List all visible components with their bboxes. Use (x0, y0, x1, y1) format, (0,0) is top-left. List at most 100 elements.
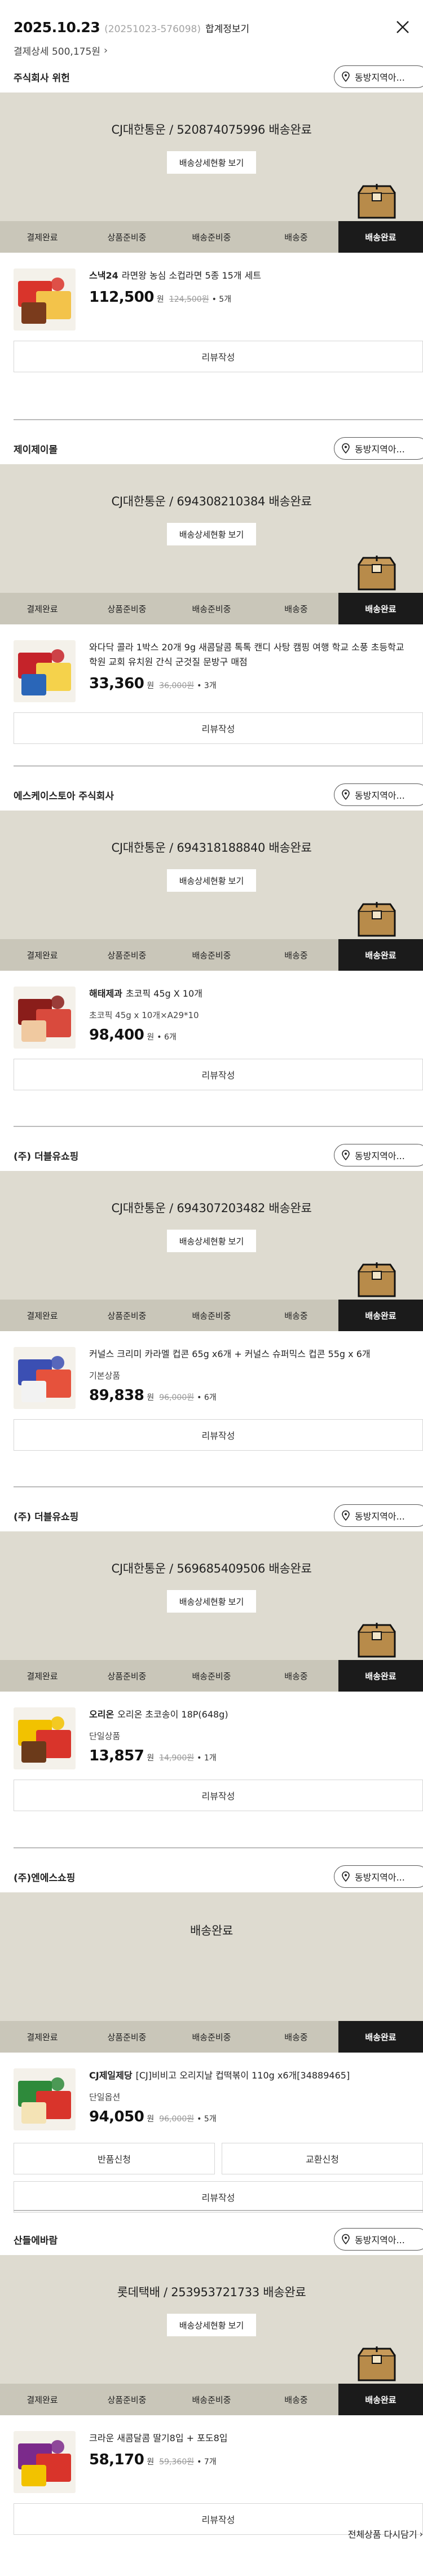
product-quantity: • 6개 (197, 1393, 217, 1402)
close-icon[interactable] (395, 19, 411, 35)
product-item[interactable]: 해태제과 초코픽 45g X 10개 초코픽 45g x 10개×A29*10 9… (0, 971, 423, 1059)
seller-row: (주) 더블유쇼핑 동방지역아... (0, 1500, 423, 1531)
step-preparing-shipping: 배송준비중 (192, 232, 231, 243)
seller-name: (주)엔에스쇼핑 (14, 1872, 76, 1884)
product-thumbnail[interactable] (14, 2068, 76, 2130)
write-review-button[interactable]: 리뷰작성 (14, 1780, 423, 1811)
product-list: 와다닥 콜라 1박스 20개 9g 새콤달콤 톡톡 캔디 사탕 캠핑 여행 학교… (0, 624, 423, 712)
step-preparing-product: 상품준비중 (107, 232, 147, 243)
step-preparing-product: 상품준비중 (107, 2394, 147, 2405)
neighbor-area-button[interactable]: 동방지역아... (334, 2228, 423, 2251)
product-name-line[interactable]: CJ제일제당 [CJ]비비고 오리지날 컵떡볶이 110g x6개[3488946… (89, 2068, 409, 2083)
step-delivered: 배송완료 (338, 593, 423, 624)
product-item[interactable]: 커널스 크리미 카라멜 컵콘 65g x6개 + 커널스 슈퍼믹스 컵콘 55g… (0, 1331, 423, 1419)
product-thumbnail[interactable] (14, 987, 76, 1049)
product-info: 커널스 크리미 카라멜 컵콘 65g x6개 + 커널스 슈퍼믹스 컵콘 55g… (89, 1347, 409, 1419)
seller-name: (주) 더블유쇼핑 (14, 1511, 79, 1523)
step-delivered: 배송완료 (338, 2384, 423, 2415)
neighbor-area-button[interactable]: 동방지역아... (334, 1504, 423, 1527)
product-brand: CJ제일제당 (89, 2070, 133, 2081)
product-name: 와다닥 콜라 1박스 20개 9g 새콤달콤 톡톡 캔디 사탕 캠핑 여행 학교… (89, 642, 404, 667)
product-info: 스낵24 라면왕 농심 소컵라면 5종 15개 세트 112,500 원 124,… (89, 268, 409, 341)
delivery-detail-button[interactable]: 배송상세현황 보기 (167, 869, 256, 892)
neighbor-area-button[interactable]: 동방지역아... (334, 437, 423, 460)
step-delivered: 배송완료 (338, 939, 423, 971)
product-thumbnail[interactable] (14, 268, 76, 331)
neighbor-area-button[interactable]: 동방지역아... (334, 65, 423, 88)
product-item[interactable]: 와다닥 콜라 1박스 20개 9g 새콤달콤 톡톡 캔디 사탕 캠핑 여행 학교… (0, 624, 423, 712)
exchange-request-button[interactable]: 교환신청 (222, 2143, 423, 2174)
product-item[interactable]: CJ제일제당 [CJ]비비고 오리지날 컵떡볶이 110g x6개[3488946… (0, 2053, 423, 2141)
write-review-button[interactable]: 리뷰작성 (14, 341, 423, 372)
step-preparing-product: 상품준비중 (107, 1310, 147, 1321)
product-name-line[interactable]: 스낵24 라면왕 농심 소컵라면 5종 15개 세트 (89, 268, 409, 283)
product-list: 오리온 오리온 초코송이 18P(648g) 단일상품 13,857 원 14,9… (0, 1692, 423, 1780)
package-link[interactable]: 합계정보기 (205, 21, 249, 35)
original-price: 96,000원 (159, 1393, 195, 1402)
product-name-line[interactable]: 오리온 오리온 초코송이 18P(648g) (89, 1707, 409, 1722)
seller-row: 산들에바람 동방지역아... (0, 2223, 423, 2255)
product-thumbnail[interactable] (14, 1347, 76, 1409)
group-actions: 리뷰작성 (0, 1780, 423, 1811)
payment-detail-link[interactable]: 결제상세 500,175원 › (14, 43, 409, 58)
neighbor-area-button[interactable]: 동방지역아... (334, 1865, 423, 1888)
product-thumbnail[interactable] (14, 640, 76, 702)
delivery-stepper: 결제완료 상품준비중 배송준비중 배송중 배송완료 (0, 593, 423, 624)
write-review-button[interactable]: 리뷰작성 (14, 1419, 423, 1451)
product-name-line[interactable]: 커널스 크리미 카라멜 컵콘 65g x6개 + 커널스 슈퍼믹스 컵콘 55g… (89, 1347, 409, 1362)
step-in-transit: 배송중 (284, 2394, 308, 2405)
delivery-detail-button[interactable]: 배송상세현황 보기 (167, 1230, 256, 1252)
return-request-button[interactable]: 반품신청 (14, 2143, 215, 2174)
step-delivered: 배송완료 (338, 1300, 423, 1331)
product-info: CJ제일제당 [CJ]비비고 오리지날 컵떡볶이 110g x6개[3488946… (89, 2068, 409, 2141)
write-review-button[interactable]: 리뷰작성 (14, 2181, 423, 2213)
location-pin-icon (342, 1510, 350, 1521)
delivery-stepper: 결제완료 상품준비중 배송준비중 배송중 배송완료 (0, 1300, 423, 1331)
product-item[interactable]: 스낵24 라면왕 농심 소컵라면 5종 15개 세트 112,500 원 124,… (0, 253, 423, 341)
product-price: 33,360 (89, 675, 144, 692)
price-unit: 원 (147, 1033, 155, 1042)
neighbor-area-button[interactable]: 동방지역아... (334, 1144, 423, 1166)
product-info: 해태제과 초코픽 45g X 10개 초코픽 45g x 10개×A29*10 9… (89, 987, 409, 1059)
seller-row: 주식회사 위헌 동방지역아... (0, 61, 423, 93)
price-line: 112,500 원 124,500원 • 5개 (89, 289, 409, 306)
product-thumbnail[interactable] (14, 1707, 76, 1769)
product-price: 58,170 (89, 2451, 144, 2468)
product-thumbnail[interactable] (14, 2431, 76, 2493)
seller-row: (주) 더블유쇼핑 동방지역아... (0, 1139, 423, 1171)
neighbor-area-label: 동방지역아... (355, 444, 405, 455)
seller-name: 산들에바람 (14, 2235, 58, 2247)
step-in-transit: 배송중 (284, 2032, 308, 2042)
delivery-stepper: 결제완료 상품준비중 배송준비중 배송중 배송완료 (0, 939, 423, 971)
product-brand: 오리온 (89, 1709, 114, 1720)
product-item[interactable]: 크라운 새콤달콤 딸기8입 + 포도8입 58,170 원 59,360원 • … (0, 2415, 423, 2503)
product-info: 크라운 새콤달콤 딸기8입 + 포도8입 58,170 원 59,360원 • … (89, 2431, 409, 2503)
step-delivered: 배송완료 (338, 2021, 423, 2053)
group-actions: 반품신청 교환신청리뷰작성 (0, 2143, 423, 2213)
product-item[interactable]: 오리온 오리온 초코송이 18P(648g) 단일상품 13,857 원 14,9… (0, 1692, 423, 1780)
product-quantity: • 5개 (197, 2115, 217, 2124)
tracking-status: CJ대한통운 / 694307203482 배송완료 (111, 1201, 312, 1215)
write-review-button[interactable]: 리뷰작성 (14, 712, 423, 744)
tracking-status: CJ대한통운 / 694308210384 배송완료 (111, 495, 312, 508)
delivery-stepper: 결제완료 상품준비중 배송준비중 배송중 배송완료 (0, 1660, 423, 1692)
product-brand: 해태제과 (89, 988, 122, 999)
product-name: 커널스 크리미 카라멜 컵콘 65g x6개 + 커널스 슈퍼믹스 컵콘 55g… (89, 1349, 371, 1359)
product-name-line[interactable]: 해태제과 초코픽 45g X 10개 (89, 987, 409, 1001)
product-name-line[interactable]: 크라운 새콤달콤 딸기8입 + 포도8입 (89, 2431, 409, 2446)
write-review-button[interactable]: 리뷰작성 (14, 1059, 423, 1090)
delivery-detail-button[interactable]: 배송상세현황 보기 (167, 523, 256, 545)
delivery-detail-button[interactable]: 배송상세현황 보기 (167, 1590, 256, 1613)
re-add-all-link[interactable]: 전체상품 다시담기 › (348, 2527, 423, 2540)
delivered-box-icon (358, 556, 396, 591)
delivery-detail-button[interactable]: 배송상세현황 보기 (167, 151, 256, 174)
product-brand: 스낵24 (89, 270, 118, 281)
product-name-line[interactable]: 와다닥 콜라 1박스 20개 9g 새콤달콤 톡톡 캔디 사탕 캠핑 여행 학교… (89, 640, 409, 670)
neighbor-area-label: 동방지역아... (355, 72, 405, 83)
product-list: 커널스 크리미 카라멜 컵콘 65g x6개 + 커널스 슈퍼믹스 컵콘 55g… (0, 1331, 423, 1419)
neighbor-area-button[interactable]: 동방지역아... (334, 783, 423, 806)
delivery-detail-button[interactable]: 배송상세현황 보기 (167, 2314, 256, 2336)
price-line: 89,838 원 96,000원 • 6개 (89, 1387, 409, 1404)
price-unit: 원 (147, 2458, 155, 2467)
product-list: 해태제과 초코픽 45g X 10개 초코픽 45g x 10개×A29*10 9… (0, 971, 423, 1059)
